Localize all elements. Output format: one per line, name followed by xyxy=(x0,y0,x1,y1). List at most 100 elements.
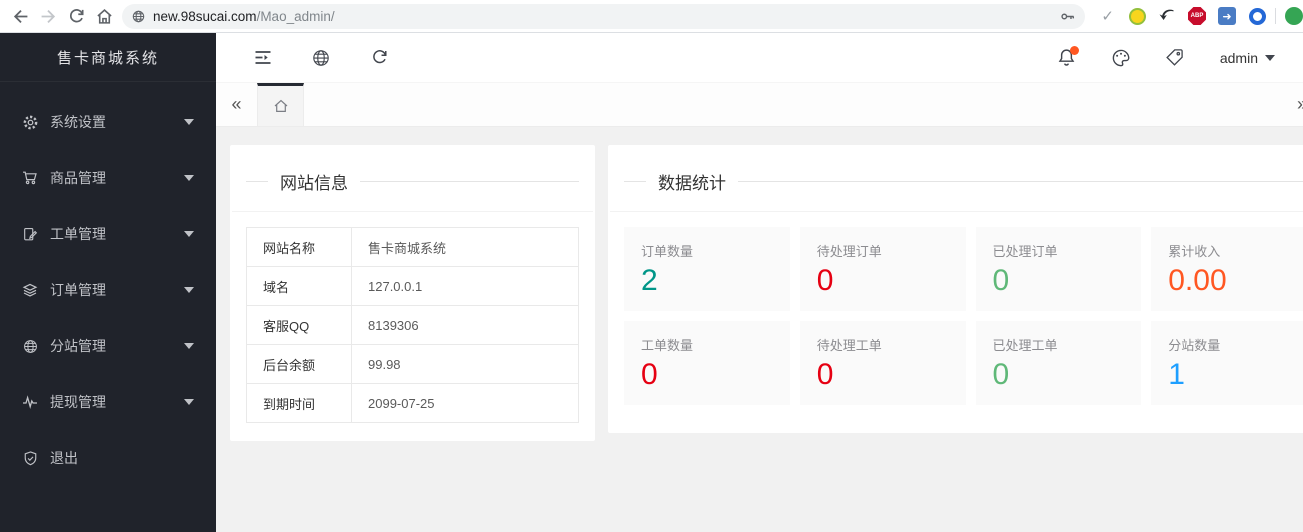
info-value: 8139306 xyxy=(351,305,579,345)
tab-home[interactable] xyxy=(257,83,304,126)
title-dash xyxy=(624,181,646,182)
info-label: 网站名称 xyxy=(246,227,352,267)
admin-app: 售卡商城系统 系统设置 商品管理 工单管理 订单管理 分站管理 提现管理 退出 … xyxy=(0,33,1303,532)
chevron-down-icon xyxy=(184,119,194,130)
extension-coin-icon[interactable] xyxy=(1122,2,1152,30)
stat-value: 0 xyxy=(992,264,1010,297)
browser-home-icon xyxy=(96,8,112,24)
notifications-button[interactable] xyxy=(1040,33,1094,83)
stat-value: 0 xyxy=(641,358,658,391)
tag-button[interactable] xyxy=(1148,33,1202,83)
stat-label: 订单数量 xyxy=(641,244,694,259)
sidebar-item-label: 退出 xyxy=(50,450,78,466)
sidebar-item-label: 提现管理 xyxy=(50,394,106,410)
stat-value: 0 xyxy=(816,264,834,297)
info-value: 127.0.0.1 xyxy=(351,266,579,306)
visit-site-button[interactable] xyxy=(292,33,350,83)
table-row: 到期时间 2099-07-25 xyxy=(246,383,579,423)
info-value: 售卡商城系统 xyxy=(351,227,579,267)
stat-ticket-count[interactable]: 工单数量 0 xyxy=(624,321,790,405)
chevron-down-icon xyxy=(184,399,194,410)
browser-forward-button xyxy=(34,2,62,30)
statistics-title-row: 数据统计 xyxy=(624,169,1303,194)
sidebar-item-label: 工单管理 xyxy=(50,226,106,242)
url-host: new.98sucai.com xyxy=(153,8,257,24)
table-row: 客服QQ 8139306 xyxy=(246,305,579,345)
extension-green-circle-icon[interactable] xyxy=(1279,2,1303,30)
sidebar-item-system-settings[interactable]: 系统设置 xyxy=(0,94,216,150)
url-path: /Mao_admin/ xyxy=(256,8,335,24)
content: 网站信息 网站名称 售卡商城系统 域名 127.0.0.1 客服QQ 81393… xyxy=(216,127,1303,532)
site-info-title-row: 网站信息 xyxy=(246,169,579,194)
site-info-table: 网站名称 售卡商城系统 域名 127.0.0.1 客服QQ 8139306 后台… xyxy=(246,227,579,423)
stat-label: 待处理订单 xyxy=(816,244,882,259)
stat-processed-tickets[interactable]: 已处理工单 0 xyxy=(975,321,1142,405)
extension-arrow-square-icon[interactable]: ➜ xyxy=(1212,2,1242,30)
palette-icon xyxy=(1112,49,1130,66)
menu-shrink-button[interactable] xyxy=(234,33,292,83)
extension-blue-circle-icon[interactable] xyxy=(1242,2,1272,30)
user-menu[interactable]: admin xyxy=(1220,50,1275,66)
globe-icon xyxy=(22,338,38,354)
tabs-scroll-right-button[interactable]: » xyxy=(1292,83,1303,126)
layers-icon xyxy=(22,282,38,298)
stat-pending-tickets[interactable]: 待处理工单 0 xyxy=(799,321,966,405)
stat-label: 分站数量 xyxy=(1168,338,1221,353)
ticket-icon xyxy=(22,226,38,242)
sidebar-item-label: 商品管理 xyxy=(50,170,106,186)
password-key-icon[interactable] xyxy=(1060,9,1075,24)
stat-processed-orders[interactable]: 已处理订单 0 xyxy=(975,227,1142,311)
stat-value: 1 xyxy=(1168,358,1185,391)
statistics-title: 数据统计 xyxy=(658,174,726,193)
chevron-down-icon xyxy=(184,287,194,298)
stat-value: 0 xyxy=(992,358,1010,391)
sidebar-item-substation-management[interactable]: 分站管理 xyxy=(0,318,216,374)
title-dash xyxy=(246,181,268,182)
home-icon xyxy=(274,99,287,112)
sidebar-item-label: 分站管理 xyxy=(50,338,106,354)
stat-order-count[interactable]: 订单数量 2 xyxy=(624,227,790,311)
refresh-button[interactable] xyxy=(350,33,408,83)
tabs-scroll-left-button[interactable]: « xyxy=(216,83,257,126)
site-info-title: 网站信息 xyxy=(280,174,348,193)
reload-icon xyxy=(69,8,84,22)
theme-button[interactable] xyxy=(1094,33,1148,83)
stats-grid: 订单数量 2 待处理订单 0 已处理订单 0 累计收入 0.00 工单数量 0 … xyxy=(624,227,1303,405)
table-row: 网站名称 售卡商城系统 xyxy=(246,227,579,267)
info-value: 2099-07-25 xyxy=(351,383,579,423)
title-line xyxy=(360,181,579,182)
browser-toolbar: new.98sucai.com/Mao_admin/ ✓ ABP ➜ xyxy=(0,0,1303,33)
chevron-down-icon xyxy=(184,231,194,242)
sidebar-menu: 系统设置 商品管理 工单管理 订单管理 分站管理 提现管理 退出 xyxy=(0,82,216,486)
extension-swoosh-arrow-icon[interactable] xyxy=(1152,2,1182,30)
sidebar-item-workorder-management[interactable]: 工单管理 xyxy=(0,206,216,262)
stat-label: 已处理订单 xyxy=(992,244,1058,259)
site-globe-icon xyxy=(313,49,329,66)
shield-check-icon xyxy=(22,450,38,466)
title-line xyxy=(738,181,1303,182)
table-row: 后台余额 99.98 xyxy=(246,344,579,384)
card-divider xyxy=(610,211,1303,212)
pulse-icon xyxy=(22,394,38,410)
browser-home-button[interactable] xyxy=(90,2,118,30)
extension-abp-icon[interactable]: ABP xyxy=(1182,2,1212,30)
address-bar[interactable]: new.98sucai.com/Mao_admin/ xyxy=(122,3,1086,29)
sidebar-item-withdraw-management[interactable]: 提现管理 xyxy=(0,374,216,430)
site-security-globe-icon[interactable] xyxy=(132,10,145,23)
chevron-down-icon xyxy=(184,343,194,354)
sidebar-item-product-management[interactable]: 商品管理 xyxy=(0,150,216,206)
sidebar-item-logout[interactable]: 退出 xyxy=(0,430,216,486)
browser-reload-button[interactable] xyxy=(62,2,90,30)
checkmark-icon[interactable]: ✓ xyxy=(1101,7,1114,25)
browser-back-button[interactable] xyxy=(6,2,34,30)
stat-pending-orders[interactable]: 待处理订单 0 xyxy=(799,227,966,311)
info-label: 后台余额 xyxy=(246,344,352,384)
tabbar-spacer xyxy=(304,83,1292,126)
stat-substation-count[interactable]: 分站数量 1 xyxy=(1151,321,1303,405)
sidebar-item-label: 订单管理 xyxy=(50,282,106,298)
card-divider xyxy=(232,211,593,212)
main-area: admin « » 网站信息 xyxy=(216,33,1303,532)
stat-value: 2 xyxy=(641,264,658,297)
sidebar-item-order-management[interactable]: 订单管理 xyxy=(0,262,216,318)
stat-total-income[interactable]: 累计收入 0.00 xyxy=(1151,227,1303,311)
